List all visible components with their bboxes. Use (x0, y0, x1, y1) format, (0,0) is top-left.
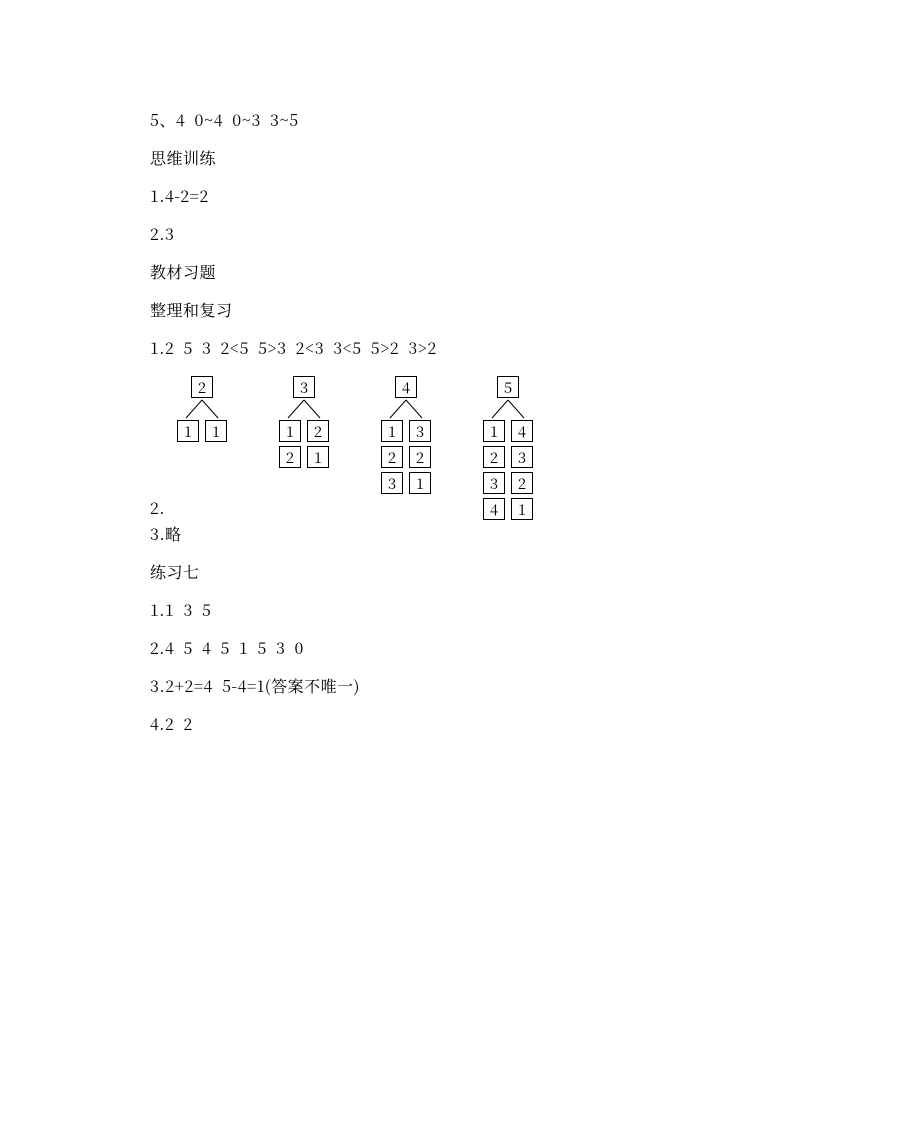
decomp-cell: 1 (279, 420, 301, 442)
decomp-cell: 4 (483, 498, 505, 520)
decomp-top-3: 3 (293, 376, 315, 398)
decomp-pair: 3 1 (381, 472, 431, 494)
decomp-pair: 1 4 (483, 420, 533, 442)
decomp-pairs-4: 1 3 2 2 3 1 (381, 420, 431, 494)
decomp-top-2: 2 (191, 376, 213, 398)
decomp-top-5: 5 (497, 376, 519, 398)
heading-review: 整理和复习 (150, 302, 920, 318)
decomp-pair: 4 1 (483, 498, 533, 520)
ex7-q4: 4.2 2 (150, 716, 920, 732)
decomp-cell: 1 (381, 420, 403, 442)
decomp-pairs-2: 1 1 (177, 420, 227, 442)
heading-exercise-7: 练习七 (150, 564, 920, 580)
ex7-q1: 1.1 3 5 (150, 602, 920, 618)
ex7-q3: 3.2+2=4 5-4=1(答案不唯一) (150, 678, 920, 694)
decomp-cell: 2 (307, 420, 329, 442)
decomp-pair: 2 1 (279, 446, 329, 468)
decomposition-5: 5 1 4 2 3 3 2 (480, 376, 536, 520)
decomp-legs-4 (378, 398, 434, 420)
review-q2-marker: 2. (150, 500, 165, 516)
decomp-pair: 1 1 (177, 420, 227, 442)
decomp-cell: 3 (381, 472, 403, 494)
decomp-cell: 1 (483, 420, 505, 442)
heading-thinking-training: 思维训练 (150, 150, 920, 166)
decomp-cell: 2 (409, 446, 431, 468)
ex7-q2: 2.4 5 4 5 1 5 3 0 (150, 640, 920, 656)
decomp-cell: 3 (409, 420, 431, 442)
decomp-cell: 2 (483, 446, 505, 468)
decomp-pair: 1 3 (381, 420, 431, 442)
decomp-cell: 1 (409, 472, 431, 494)
answer-thinking-1: 1.4-2=2 (150, 188, 920, 204)
decomp-pair: 2 3 (483, 446, 533, 468)
decomp-top-4: 4 (395, 376, 417, 398)
decomp-pairs-5: 1 4 2 3 3 2 4 1 (483, 420, 533, 520)
decomp-cell: 4 (511, 420, 533, 442)
decomp-pair: 2 2 (381, 446, 431, 468)
decomp-cell: 1 (307, 446, 329, 468)
decomp-pair: 1 2 (279, 420, 329, 442)
answer-thinking-2: 2.3 (150, 226, 920, 242)
decomp-cell: 1 (205, 420, 227, 442)
heading-textbook-exercises: 教材习题 (150, 264, 920, 280)
decomp-cell: 1 (177, 420, 199, 442)
decomp-pairs-3: 1 2 2 1 (279, 420, 329, 468)
decomp-legs-2 (174, 398, 230, 420)
decomp-legs-5 (480, 398, 536, 420)
text-line-5-ranges: 5、4 0~4 0~3 3~5 (150, 112, 920, 128)
review-q3-omitted: 3.略 (150, 526, 920, 542)
decomp-cell: 1 (511, 498, 533, 520)
decomp-cell: 2 (279, 446, 301, 468)
decomposition-3: 3 1 2 2 1 (276, 376, 332, 468)
decomp-cell: 2 (511, 472, 533, 494)
decomp-cell: 3 (483, 472, 505, 494)
decomposition-2: 2 1 1 (174, 376, 230, 442)
decomp-cell: 3 (511, 446, 533, 468)
decomposition-4: 4 1 3 2 2 3 1 (378, 376, 434, 494)
decomp-pair: 3 2 (483, 472, 533, 494)
decomp-legs-3 (276, 398, 332, 420)
review-q1-compare: 1.2 5 3 2<5 5>3 2<3 3<5 5>2 3>2 (150, 340, 920, 356)
document-page: 5、4 0~4 0~3 3~5 思维训练 1.4-2=2 2.3 教材习题 整理… (0, 0, 920, 1124)
decomp-cell: 2 (381, 446, 403, 468)
decomposition-diagrams: 2 1 1 3 1 (174, 376, 920, 520)
